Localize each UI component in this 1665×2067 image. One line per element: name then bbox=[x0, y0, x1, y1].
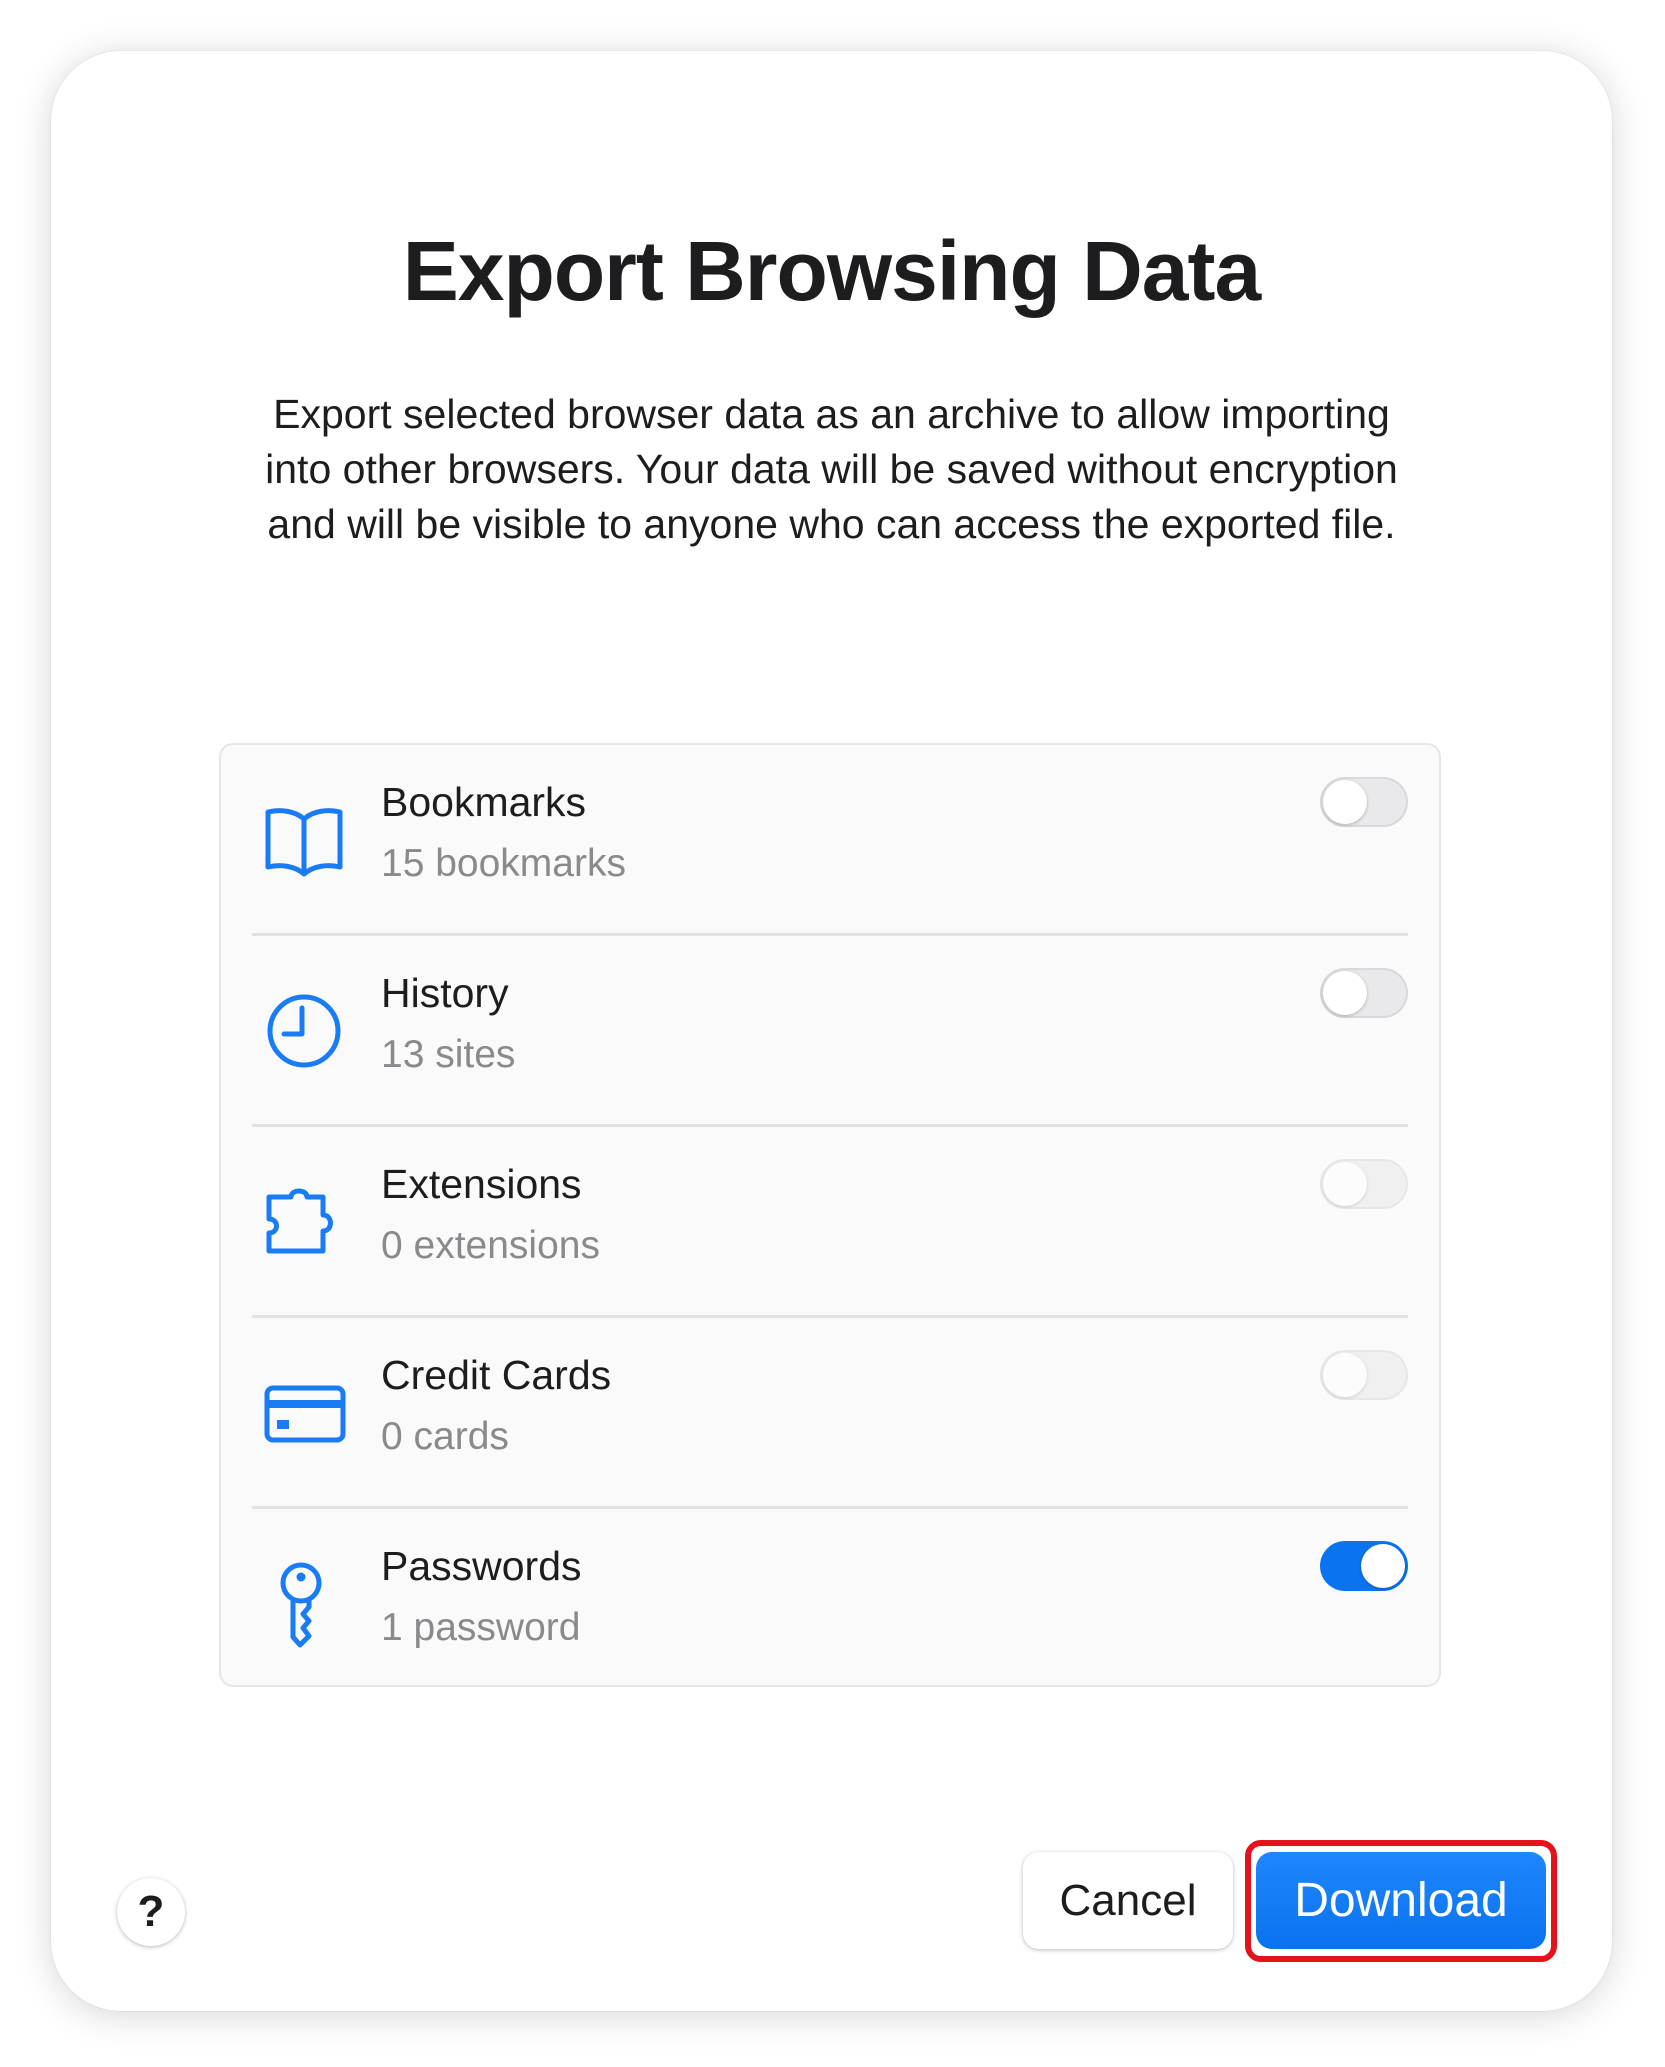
download-button[interactable]: Download bbox=[1256, 1852, 1546, 1949]
option-detail: 15 bookmarks bbox=[381, 842, 626, 885]
option-label: Extensions bbox=[381, 1161, 582, 1207]
dialog-description: Export selected browser data as an archi… bbox=[265, 391, 1398, 547]
export-options-list: Bookmarks 15 bookmarks History 13 sites bbox=[219, 743, 1441, 1687]
export-browsing-data-dialog: Export Browsing Data Export selected bro… bbox=[51, 51, 1612, 2011]
option-row-passwords: Passwords 1 password bbox=[221, 1509, 1439, 1700]
option-detail: 0 cards bbox=[381, 1415, 509, 1458]
book-icon bbox=[259, 795, 349, 885]
option-label: Credit Cards bbox=[381, 1352, 612, 1398]
option-row-credit-cards: Credit Cards 0 cards bbox=[221, 1318, 1439, 1509]
dialog-title: Export Browsing Data bbox=[402, 224, 1261, 318]
clock-icon bbox=[259, 986, 349, 1076]
option-label: Passwords bbox=[381, 1543, 582, 1589]
toggle-knob bbox=[1361, 1544, 1405, 1588]
option-detail: 1 password bbox=[381, 1606, 581, 1649]
extensions-toggle[interactable] bbox=[1320, 1159, 1408, 1209]
passwords-toggle[interactable] bbox=[1320, 1541, 1408, 1591]
toggle-knob bbox=[1323, 1162, 1367, 1206]
help-button[interactable]: ? bbox=[117, 1878, 185, 1946]
option-detail: 13 sites bbox=[381, 1033, 516, 1076]
option-label: History bbox=[381, 970, 509, 1016]
option-detail: 0 extensions bbox=[381, 1224, 600, 1267]
credit-cards-toggle[interactable] bbox=[1320, 1350, 1408, 1400]
history-toggle[interactable] bbox=[1320, 968, 1408, 1018]
cancel-button[interactable]: Cancel bbox=[1023, 1852, 1233, 1949]
credit-card-icon bbox=[259, 1368, 349, 1458]
toggle-knob bbox=[1323, 780, 1367, 824]
key-icon bbox=[259, 1559, 349, 1649]
toggle-knob bbox=[1323, 971, 1367, 1015]
option-row-history: History 13 sites bbox=[221, 936, 1439, 1127]
toggle-knob bbox=[1323, 1353, 1367, 1397]
option-row-extensions: Extensions 0 extensions bbox=[221, 1127, 1439, 1318]
bookmarks-toggle[interactable] bbox=[1320, 777, 1408, 827]
puzzle-icon bbox=[259, 1177, 349, 1267]
option-row-bookmarks: Bookmarks 15 bookmarks bbox=[221, 745, 1439, 936]
option-label: Bookmarks bbox=[381, 779, 587, 825]
